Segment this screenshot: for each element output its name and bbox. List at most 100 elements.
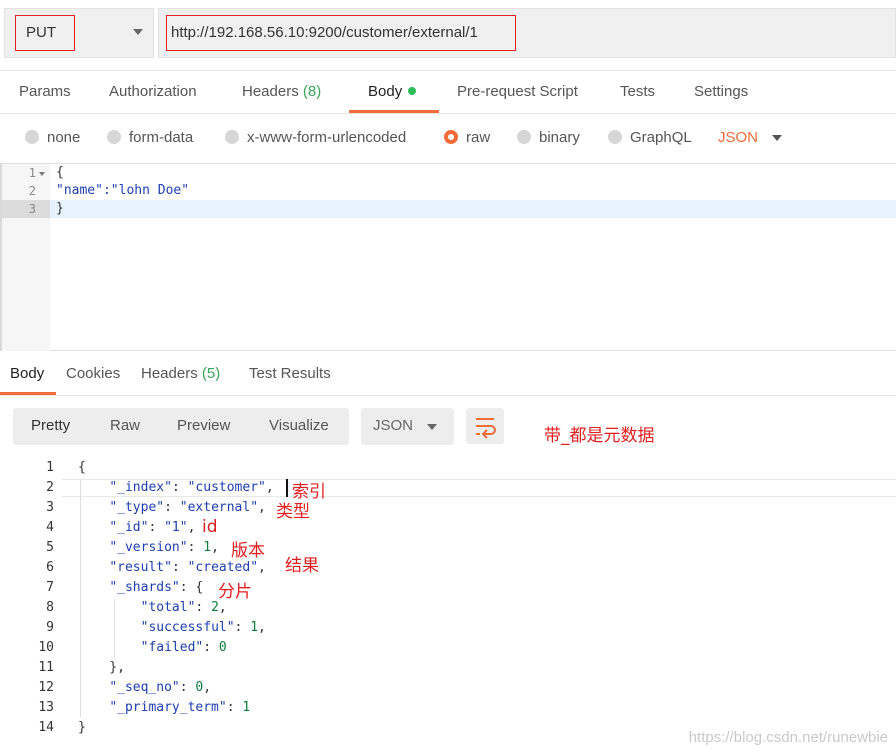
radio-raw[interactable]: raw xyxy=(444,129,490,146)
method-select[interactable]: PUT xyxy=(4,8,154,58)
tab-label: Body xyxy=(368,83,403,100)
tab-headers[interactable]: Headers (8) xyxy=(242,83,321,100)
annotation-result: 结果 xyxy=(285,556,319,576)
chevron-down-icon xyxy=(427,424,437,430)
radio-icon[interactable] xyxy=(25,130,39,144)
code-line: "failed": 0 xyxy=(140,640,227,655)
radio-x-www-form-urlencoded[interactable]: x-www-form-urlencoded xyxy=(225,129,406,146)
body-format-dropdown[interactable]: JSON xyxy=(718,129,758,146)
tab-label: Headers xyxy=(141,365,198,382)
code-line: "successful": 1, xyxy=(140,620,266,635)
tab-cookies[interactable]: Cookies xyxy=(66,365,120,382)
response-format-dropdown[interactable]: JSON xyxy=(361,408,454,445)
code-line: "_primary_term": 1 xyxy=(109,700,251,715)
chevron-down-icon[interactable] xyxy=(133,29,143,35)
view-preview[interactable]: Preview xyxy=(177,417,230,434)
tab-pre-request-script[interactable]: Pre-request Script xyxy=(457,83,578,100)
view-raw[interactable]: Raw xyxy=(110,417,140,434)
radio-label: raw xyxy=(466,129,491,146)
wrap-lines-button[interactable] xyxy=(466,408,504,444)
format-label: JSON xyxy=(373,417,414,434)
annotation-metadata: 带_都是元数据 xyxy=(544,426,655,446)
radio-form-data[interactable]: form-data xyxy=(107,129,193,146)
url-text[interactable]: http://192.168.56.10:9200/customer/exter… xyxy=(166,15,516,51)
annotation-shards: 分片 xyxy=(218,582,252,602)
code-line: "_shards": { xyxy=(109,580,204,595)
tab-params[interactable]: Params xyxy=(19,83,71,100)
tab-tests[interactable]: Tests xyxy=(620,83,655,100)
line-number: 2 xyxy=(28,184,36,198)
radio-binary[interactable]: binary xyxy=(517,129,580,146)
tab-label: Settings xyxy=(694,83,749,100)
line-number: 3 xyxy=(46,500,54,515)
line-number: 1 xyxy=(28,166,36,180)
code-line: "_seq_no": 0, xyxy=(109,680,212,695)
code-line: "_index": "customer", xyxy=(109,480,274,495)
code-line: "result": "created", xyxy=(109,560,266,575)
code-line: } xyxy=(78,720,86,735)
tab-body[interactable]: Body xyxy=(368,83,417,100)
request-tabs: Params Authorization Headers (8) Body Pr… xyxy=(0,70,896,114)
radio-none[interactable]: none xyxy=(25,129,80,146)
line-number: 13 xyxy=(38,700,54,715)
code-line: "name":"lohn Doe" xyxy=(56,183,190,198)
method-label: PUT xyxy=(15,15,75,51)
tab-settings[interactable]: Settings xyxy=(694,83,748,100)
radio-icon[interactable] xyxy=(225,130,239,144)
tab-label: Headers xyxy=(242,83,299,100)
text-cursor xyxy=(286,479,288,497)
tab-label: Test Results xyxy=(249,365,331,382)
headers-count: (8) xyxy=(302,83,322,100)
request-body-editor[interactable]: 1 2 3 { "name":"lohn Doe" } xyxy=(0,163,896,351)
watermark: https://blog.csdn.net/runewbie xyxy=(688,729,888,746)
radio-icon[interactable] xyxy=(107,130,121,144)
radio-icon[interactable] xyxy=(517,130,531,144)
wrap-lines-icon xyxy=(476,418,496,439)
line-number: 10 xyxy=(38,640,54,655)
line-number: 5 xyxy=(46,540,54,555)
code-line: "_type": "external", xyxy=(109,500,266,515)
radio-icon[interactable] xyxy=(608,130,622,144)
line-number: 8 xyxy=(46,600,54,615)
radio-selected-icon[interactable] xyxy=(444,130,458,144)
fold-icon[interactable] xyxy=(39,172,45,176)
tab-response-headers[interactable]: Headers (5) xyxy=(141,365,220,382)
tab-label: Cookies xyxy=(66,365,121,382)
active-tab-indicator xyxy=(0,392,56,395)
tab-label: Authorization xyxy=(109,83,197,100)
code-line: } xyxy=(56,201,64,216)
chevron-down-icon[interactable] xyxy=(772,135,782,141)
radio-graphql[interactable]: GraphQL xyxy=(608,129,692,146)
view-pretty[interactable]: Pretty xyxy=(31,417,70,434)
radio-label: x-www-form-urlencoded xyxy=(247,129,407,146)
view-mode-toggle: Pretty Raw Preview Visualize xyxy=(13,408,349,445)
tab-label: Body xyxy=(10,365,45,382)
code-line: "_version": 1, xyxy=(109,540,219,555)
line-number: 1 xyxy=(46,460,54,475)
code-line: "total": 2, xyxy=(140,600,227,615)
active-dot-icon xyxy=(408,87,417,95)
code-line: { xyxy=(56,165,64,180)
tab-label: Pre-request Script xyxy=(457,83,578,100)
line-number: 3 xyxy=(28,202,36,216)
body-type-options: none form-data x-www-form-urlencoded raw… xyxy=(0,118,896,162)
url-input[interactable]: http://192.168.56.10:9200/customer/exter… xyxy=(158,8,896,58)
line-number: 9 xyxy=(46,620,54,635)
tab-authorization[interactable]: Authorization xyxy=(109,83,197,100)
radio-label: binary xyxy=(539,129,580,146)
annotation-type: 类型 xyxy=(276,502,310,522)
radio-label: none xyxy=(47,129,81,146)
response-tabs: Body Cookies Headers (5) Test Results xyxy=(0,352,896,396)
code-line: }, xyxy=(78,660,125,675)
radio-label: GraphQL xyxy=(630,129,692,146)
line-number: 4 xyxy=(46,520,54,535)
line-number: 2 xyxy=(46,480,54,495)
line-number: 7 xyxy=(46,580,54,595)
line-number: 6 xyxy=(46,560,54,575)
tab-label: Tests xyxy=(620,83,656,100)
view-visualize[interactable]: Visualize xyxy=(269,417,329,434)
active-line-highlight xyxy=(0,200,896,218)
tab-response-body[interactable]: Body xyxy=(10,365,44,382)
tab-test-results[interactable]: Test Results xyxy=(249,365,331,382)
tab-label: Params xyxy=(19,83,71,100)
